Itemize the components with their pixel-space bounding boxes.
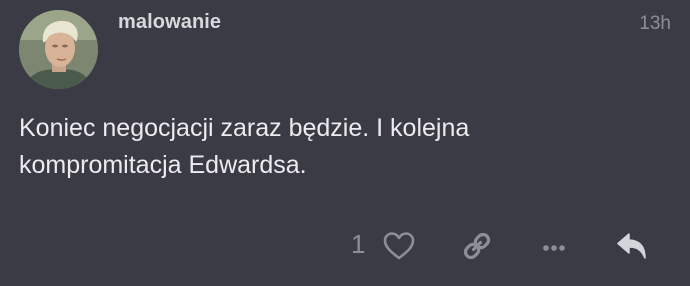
post-actions: 1 <box>0 226 690 266</box>
username[interactable]: malowanie <box>118 11 221 34</box>
post-timestamp[interactable]: 13h <box>639 13 671 35</box>
avatar[interactable] <box>19 10 98 89</box>
reply-icon <box>617 233 646 259</box>
link-icon <box>463 232 491 260</box>
ellipsis-icon <box>543 245 565 251</box>
more-options-button[interactable] <box>536 230 572 262</box>
reply-button[interactable] <box>614 230 650 262</box>
post-body: Koniec negocjacji zaraz będzie. I kolejn… <box>19 114 470 179</box>
copy-link-button[interactable] <box>459 230 495 262</box>
avatar-image <box>19 10 98 89</box>
heart-icon <box>383 232 415 260</box>
post-card: malowanie 13h Koniec negocjacji zaraz bę… <box>0 0 690 286</box>
like-button[interactable] <box>381 230 417 262</box>
like-count[interactable]: 1 <box>351 229 365 260</box>
